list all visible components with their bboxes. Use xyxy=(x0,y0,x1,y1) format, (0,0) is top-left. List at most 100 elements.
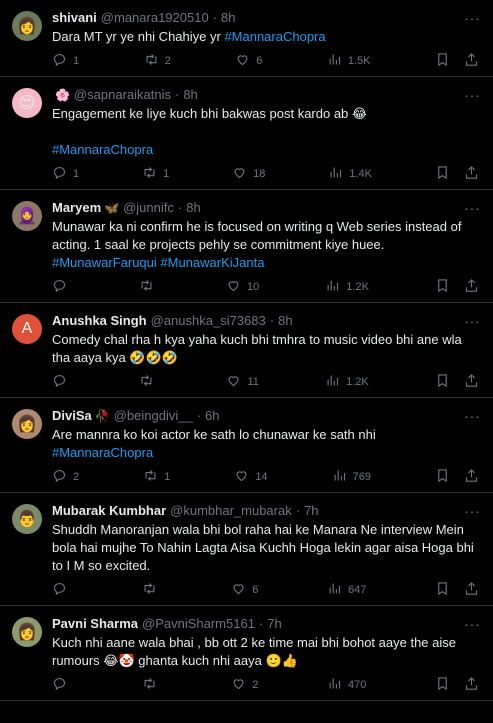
views-button[interactable]: 1.4K xyxy=(328,165,372,183)
bookmark-button[interactable] xyxy=(435,165,450,183)
bookmark-button[interactable] xyxy=(435,278,450,296)
avatar[interactable]: 👩 xyxy=(12,617,42,647)
share-button[interactable] xyxy=(464,581,479,599)
username[interactable]: @junnifc xyxy=(123,199,174,217)
like-button[interactable]: 18 xyxy=(232,165,265,183)
tweet[interactable]: 👩 DiviSa 🥀 @beingdivi__ · 6h ··· Are mannra ko … xyxy=(0,398,493,493)
reply-button[interactable]: 1 xyxy=(52,52,79,70)
bookmark-button[interactable] xyxy=(435,468,450,486)
timestamp[interactable]: 8h xyxy=(278,312,292,330)
like-button[interactable]: 10 xyxy=(226,278,259,296)
bookmark-button[interactable] xyxy=(435,373,450,391)
hashtag-link[interactable]: #MannaraChopra xyxy=(52,445,153,460)
views-icon xyxy=(332,468,347,486)
display-name[interactable]: shivani xyxy=(52,9,97,27)
views-button[interactable]: 769 xyxy=(332,468,371,486)
avatar[interactable]: 🧕 xyxy=(12,201,42,231)
views-button[interactable]: 1.2K xyxy=(325,373,369,391)
reply-button[interactable]: 2 xyxy=(52,468,79,486)
display-name[interactable]: Mubarak Kumbhar xyxy=(52,502,166,520)
reply-button[interactable] xyxy=(52,581,73,599)
retweet-button[interactable]: 1 xyxy=(142,165,169,183)
separator-dot: · xyxy=(295,503,301,518)
display-name[interactable]: DiviSa xyxy=(52,407,92,425)
retweet-button[interactable] xyxy=(139,373,160,391)
share-button[interactable] xyxy=(464,278,479,296)
bookmark-button[interactable] xyxy=(435,676,450,694)
hashtag-link[interactable]: #MunawarFaruqui xyxy=(52,255,157,270)
tweet-content: Anushka Singh @anushka_si73683 · 8h ··· Comed… xyxy=(52,312,481,397)
more-icon[interactable]: ··· xyxy=(464,9,481,27)
views-icon xyxy=(327,676,342,694)
avatar[interactable]: 😍 xyxy=(12,88,42,118)
tweet-content: shivani @manara1920510 · 8h ··· Dara MT yr ye… xyxy=(52,9,481,76)
name-emoji: 🥀 xyxy=(94,409,110,423)
hashtag-link[interactable]: #MunawarKiJanta xyxy=(160,255,264,270)
more-icon[interactable]: ··· xyxy=(464,615,481,633)
tweet-content: 🌸 @sapnaraikatnis · 8h ··· Engagement ke liye… xyxy=(52,86,481,189)
hashtag-link[interactable]: #MannaraChopra xyxy=(52,142,153,157)
timestamp[interactable]: 8h xyxy=(221,9,235,27)
more-icon[interactable]: ··· xyxy=(464,199,481,217)
like-button[interactable]: 2 xyxy=(231,676,258,694)
username[interactable]: @beingdivi__ xyxy=(114,407,193,425)
avatar[interactable]: A xyxy=(12,314,42,344)
username[interactable]: @kumbhar_mubarak xyxy=(170,502,292,520)
timestamp[interactable]: 6h xyxy=(205,407,219,425)
reply-button[interactable]: 1 xyxy=(52,165,79,183)
tweet-actions: 6 647 xyxy=(52,575,481,605)
views-button[interactable]: 1.5K xyxy=(327,52,370,70)
tweet[interactable]: 👩 Pavni Sharma @PavniSharm5161 · 7h ··· Kuch n… xyxy=(0,606,493,701)
like-count: 6 xyxy=(256,55,263,67)
like-button[interactable]: 6 xyxy=(231,581,258,599)
avatar[interactable]: 👩 xyxy=(12,409,42,439)
reply-button[interactable] xyxy=(52,373,73,391)
reply-button[interactable] xyxy=(52,278,73,296)
reply-button[interactable] xyxy=(52,676,73,694)
share-button[interactable] xyxy=(464,373,479,391)
share-button[interactable] xyxy=(464,468,479,486)
display-name[interactable]: Pavni Sharma xyxy=(52,615,138,633)
more-icon[interactable]: ··· xyxy=(464,502,481,520)
reply-icon xyxy=(52,278,67,296)
more-icon[interactable]: ··· xyxy=(464,407,481,425)
tweet[interactable]: 🧕 Maryem 🦋 @junnifc · 8h ··· Munawar ka ni conf… xyxy=(0,190,493,303)
timestamp[interactable]: 8h xyxy=(183,86,197,104)
timestamp[interactable]: 7h xyxy=(267,615,281,633)
username[interactable]: @manara1920510 xyxy=(101,9,209,27)
tweet[interactable]: 👨 Mubarak Kumbhar @kumbhar_mubarak · 7h ··· Sh… xyxy=(0,493,493,606)
like-button[interactable]: 6 xyxy=(235,52,262,70)
views-icon xyxy=(325,278,340,296)
avatar[interactable]: 👩 xyxy=(12,11,42,41)
display-name[interactable]: Maryem xyxy=(52,199,101,217)
tweet-text: Munawar ka ni confirm he is focused on w… xyxy=(52,218,481,272)
retweet-button[interactable]: 1 xyxy=(143,468,170,486)
avatar[interactable]: 👨 xyxy=(12,504,42,534)
views-button[interactable]: 1.2K xyxy=(325,278,369,296)
tweet[interactable]: 😍 🌸 @sapnaraikatnis · 8h ··· Engagement ke liy… xyxy=(0,77,493,190)
tweet[interactable]: 👩 shivani @manara1920510 · 8h ··· Dara MT yr y… xyxy=(0,0,493,77)
views-button[interactable]: 647 xyxy=(327,581,366,599)
timestamp[interactable]: 8h xyxy=(186,199,200,217)
retweet-button[interactable] xyxy=(142,676,163,694)
username[interactable]: @sapnaraikatnis xyxy=(74,86,171,104)
more-icon[interactable]: ··· xyxy=(464,312,481,330)
share-button[interactable] xyxy=(464,52,479,70)
bookmark-button[interactable] xyxy=(435,52,450,70)
username[interactable]: @anushka_si73683 xyxy=(151,312,266,330)
views-button[interactable]: 470 xyxy=(327,676,366,694)
bookmark-button[interactable] xyxy=(435,581,450,599)
retweet-button[interactable] xyxy=(139,278,160,296)
like-button[interactable]: 11 xyxy=(226,373,259,391)
display-name[interactable]: Anushka Singh xyxy=(52,312,147,330)
share-button[interactable] xyxy=(464,676,479,694)
retweet-button[interactable] xyxy=(142,581,163,599)
retweet-button[interactable]: 2 xyxy=(144,52,171,70)
share-button[interactable] xyxy=(464,165,479,183)
timestamp[interactable]: 7h xyxy=(304,502,318,520)
more-icon[interactable]: ··· xyxy=(464,86,481,104)
like-button[interactable]: 14 xyxy=(234,468,268,486)
username[interactable]: @PavniSharm5161 xyxy=(142,615,255,633)
hashtag-link[interactable]: #MannaraChopra xyxy=(224,29,325,44)
tweet[interactable]: A Anushka Singh @anushka_si73683 · 8h ··· Come… xyxy=(0,303,493,398)
